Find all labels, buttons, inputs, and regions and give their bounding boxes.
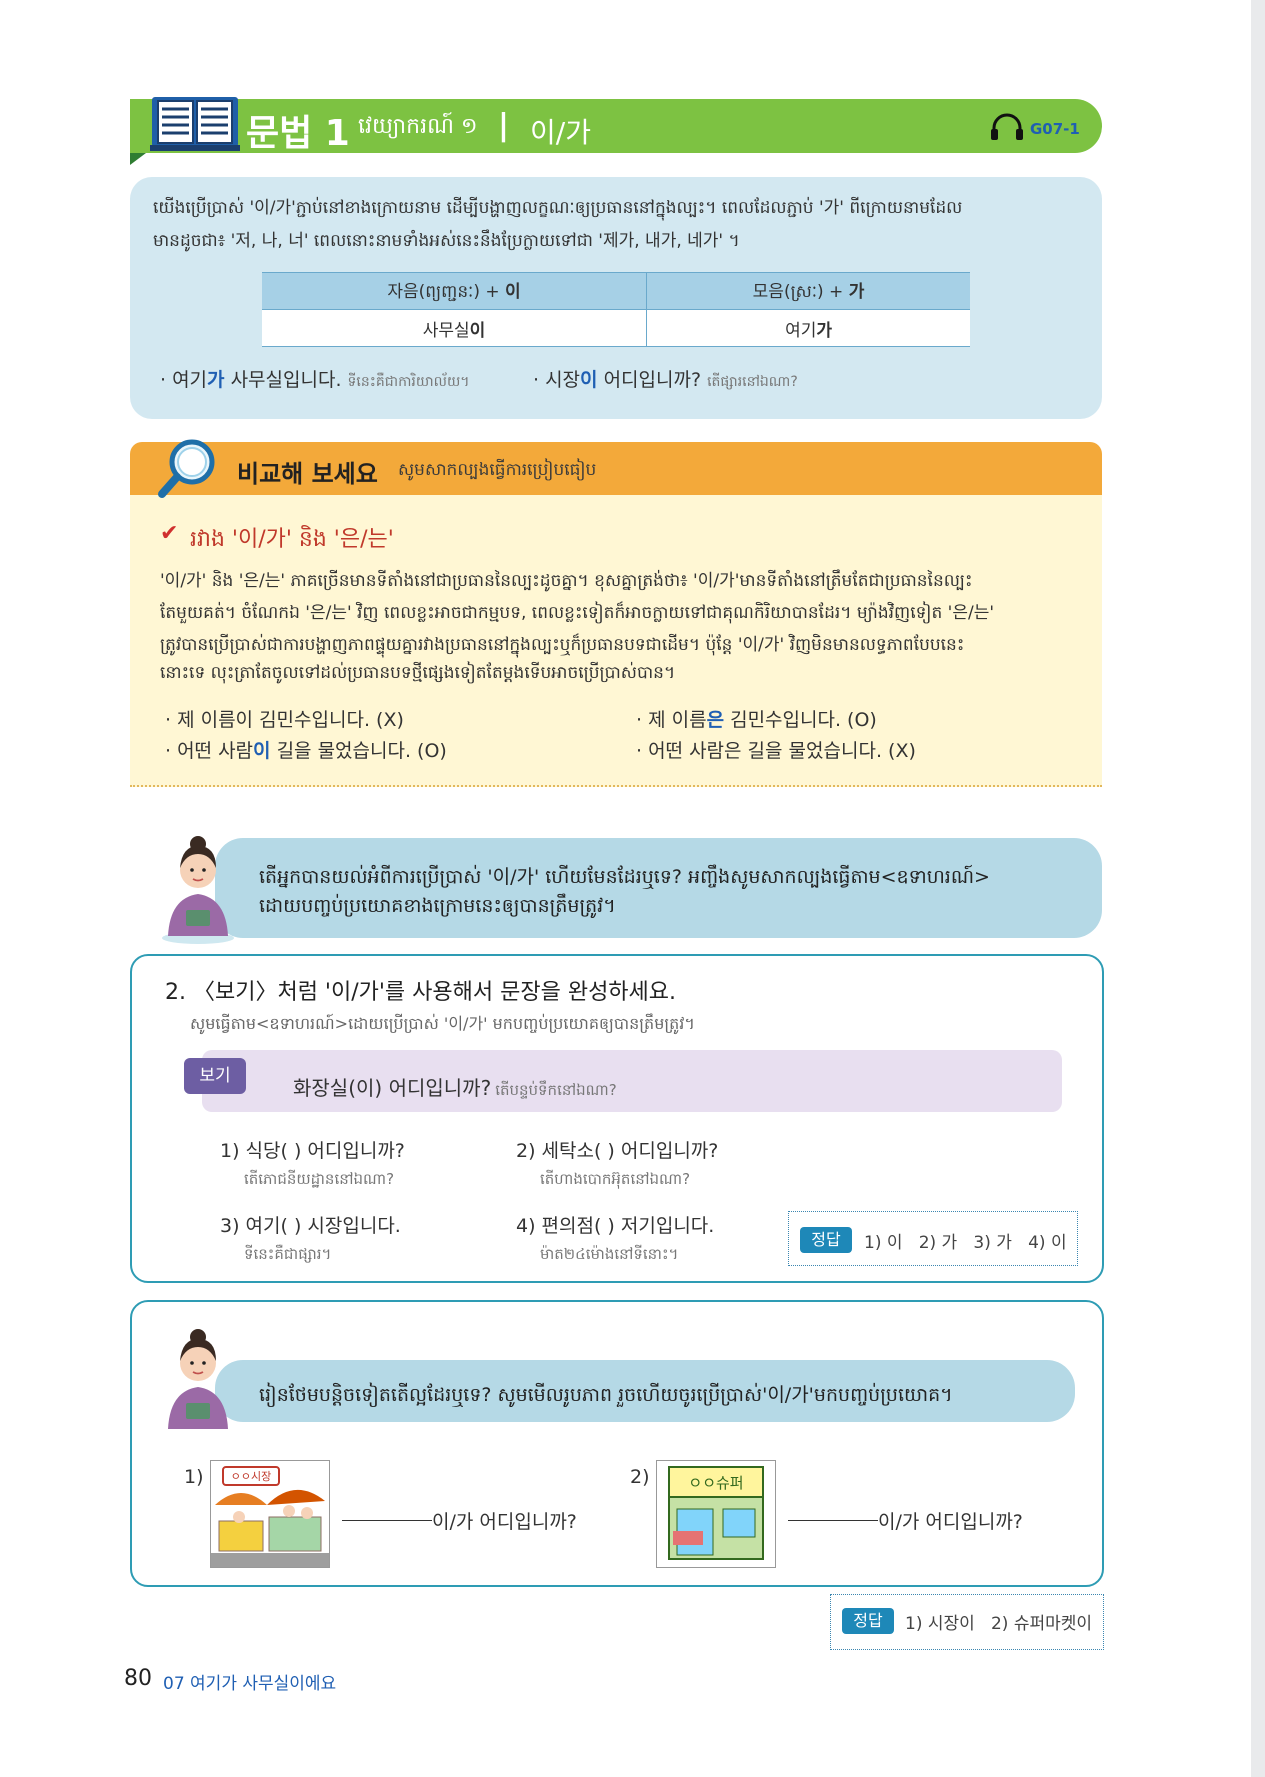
answer-blank-1[interactable] [342,1520,432,1521]
question-3: 3) 여기( ) 시장입니다. [220,1215,401,1237]
compare-paragraph-line-1: '이/가' និង '은/는' ភាគច្រើនមានទីតាំងនៅជាប្រ… [160,571,973,591]
compare-paragraph-line-3: ត្រូវបានប្រើប្រាស់ជាការបង្ហាញភាពផ្ទុយគ្ន… [160,635,965,655]
question-4: 4) 편의점( ) 저기입니다. [516,1215,715,1237]
magnifier-icon [158,439,215,498]
market-illustration: ㅇㅇ시장 [210,1460,330,1568]
grammar-example-2: · 시장이 어디입니까? តើផ្សារនៅឯណា? [533,369,798,391]
grammar-table: 자음(ព្យញ្ជនៈ) + 이 모음(ស្រៈ) + 가 사무실이 여기가 [262,272,970,347]
grammar-title-khmer: វេយ្យាករណ៍ ១ [358,114,478,139]
supermarket-sign-text: ㅇㅇ슈퍼 [688,1474,743,1492]
market-sign-text: ㅇㅇ시장 [231,1470,271,1483]
page-number: 80 [124,1666,152,1691]
picture-item-2-suffix: 이/가 어디입니까? [878,1511,1023,1533]
table-header-consonant: 자음(ព្យញ្ជនៈ) + 이 [262,272,648,310]
header-tab-shape [130,153,146,165]
open-book-icon [150,97,240,151]
compare-title-khmer: សូមសាកល្បងធ្វើការប្រៀបធៀប [398,460,597,480]
teacher-illustration-icon [168,1329,228,1429]
question-1-khmer: តើភោជនីយដ្ឋាននៅឯណា? [244,1170,395,1188]
example-sentence: 화장실(이) 어디입니까? តើបន្ទប់ទឹកនៅឯណា? [293,1076,617,1100]
supermarket-illustration: ㅇㅇ슈퍼 [656,1460,776,1568]
compare-title: 비교해 보세요 [237,460,378,488]
check-text-line-2: ដោយបញ្ចប់ប្រយោគខាងក្រោមនេះឲ្យបានត្រឹមត្រ… [259,895,616,917]
example-tag: 보기 [184,1058,246,1094]
compare-example-3: · 어떤 사람이 길을 물었습니다. (O) [165,740,447,762]
check-text-line-1: តើអ្នកបានយល់អំពីការប្រើប្រាស់ '이/가' ហើយម… [259,866,990,888]
more-practice-text: រៀនថែមបន្តិចទៀតតើល្អដែរឬទេ? សូមមើលរូបភាព… [259,1384,953,1406]
question-3-khmer: ទីនេះគឺជាផ្សារ។ [244,1245,332,1263]
compare-example-2: · 제 이름은 김민수입니다. (O) [636,709,877,731]
grammar-paragraph-line-2: មានដូចជា៖ '저, 나, 너' ពេលនោះនាមទាំងអស់នេះន… [153,231,740,251]
question-2: 2) 세탁소( ) 어디입니까? [516,1140,719,1162]
table-cell-consonant-example: 사무실이 [262,309,648,347]
headphones-icon[interactable] [990,113,1024,141]
picture-item-2-number: 2) [630,1466,650,1488]
teacher-illustration-icon [162,836,234,944]
audio-track-code[interactable]: G07-1 [1030,120,1080,138]
question-1: 1) 식당( ) 어디입니까? [220,1140,405,1162]
table-header-vowel: 모음(ស្រៈ) + 가 [646,272,970,310]
picture-item-1-number: 1) [184,1466,204,1488]
table-cell-vowel-example: 여기가 [646,309,970,347]
title-separator: | [498,108,509,143]
supermarket-icon: ㅇㅇ슈퍼 [668,1466,764,1560]
more-answer-text: 1) 시장이 2) 슈퍼마켓이 [905,1614,1093,1634]
page-edge [1251,0,1265,1777]
market-icon: ㅇㅇ시장 [211,1466,329,1567]
question-4-khmer: ម៉ាត២៤ម៉ោងនៅទីនោះ។ [540,1245,679,1263]
chapter-title: 07 여기가 사무실이에요 [163,1674,337,1694]
compare-example-1: · 제 이름이 김민수입니다. (X) [165,709,404,731]
compare-example-4: · 어떤 사람은 길을 물었습니다. (X) [636,740,916,762]
compare-paragraph-line-4: នោះទេ លុះត្រាតែចូលទៅដល់ប្រធានបទថ្មីផ្សេង… [160,663,676,683]
more-answer-tag: 정답 [842,1608,894,1634]
compare-paragraph-line-2: តែមួយគត់។ ចំណែកឯ '은/는' វិញ ពេលខ្លះអាចជាក… [160,603,995,623]
exercise-answer-tag: 정답 [800,1227,852,1253]
grammar-example-1: · 여기가 사무실입니다. ទីនេះគឺជាការិយាល័យ។ [160,369,470,391]
grammar-paragraph-line-1: យើងប្រើប្រាស់ '이/가'ភ្ជាប់នៅខាងក្រោយនាម ដ… [153,198,963,218]
question-2-khmer: តើហាងបោកអ៊ុតនៅឯណា? [540,1170,691,1188]
check-mark-icon: ✔ [160,521,179,546]
grammar-title: 문법 1 [246,113,350,154]
compare-subtitle: រវាង '이/가' និង '은/는' [190,527,394,552]
exercise-title-khmer: សូមធ្វើតាម<ឧទាហរណ៍>ដោយប្រើប្រាស់ '이/가' ម… [190,1014,695,1033]
exercise-answer-text: 1) 이 2) 가 3) 가 4) 이 [864,1233,1067,1253]
grammar-rule: 이/가 [530,116,591,149]
exercise-title: 2. 〈보기〉처럼 '이/가'를 사용해서 문장을 완성하세요. [165,980,677,1005]
answer-blank-2[interactable] [788,1520,878,1521]
picture-item-1-suffix: 이/가 어디입니까? [432,1511,577,1533]
